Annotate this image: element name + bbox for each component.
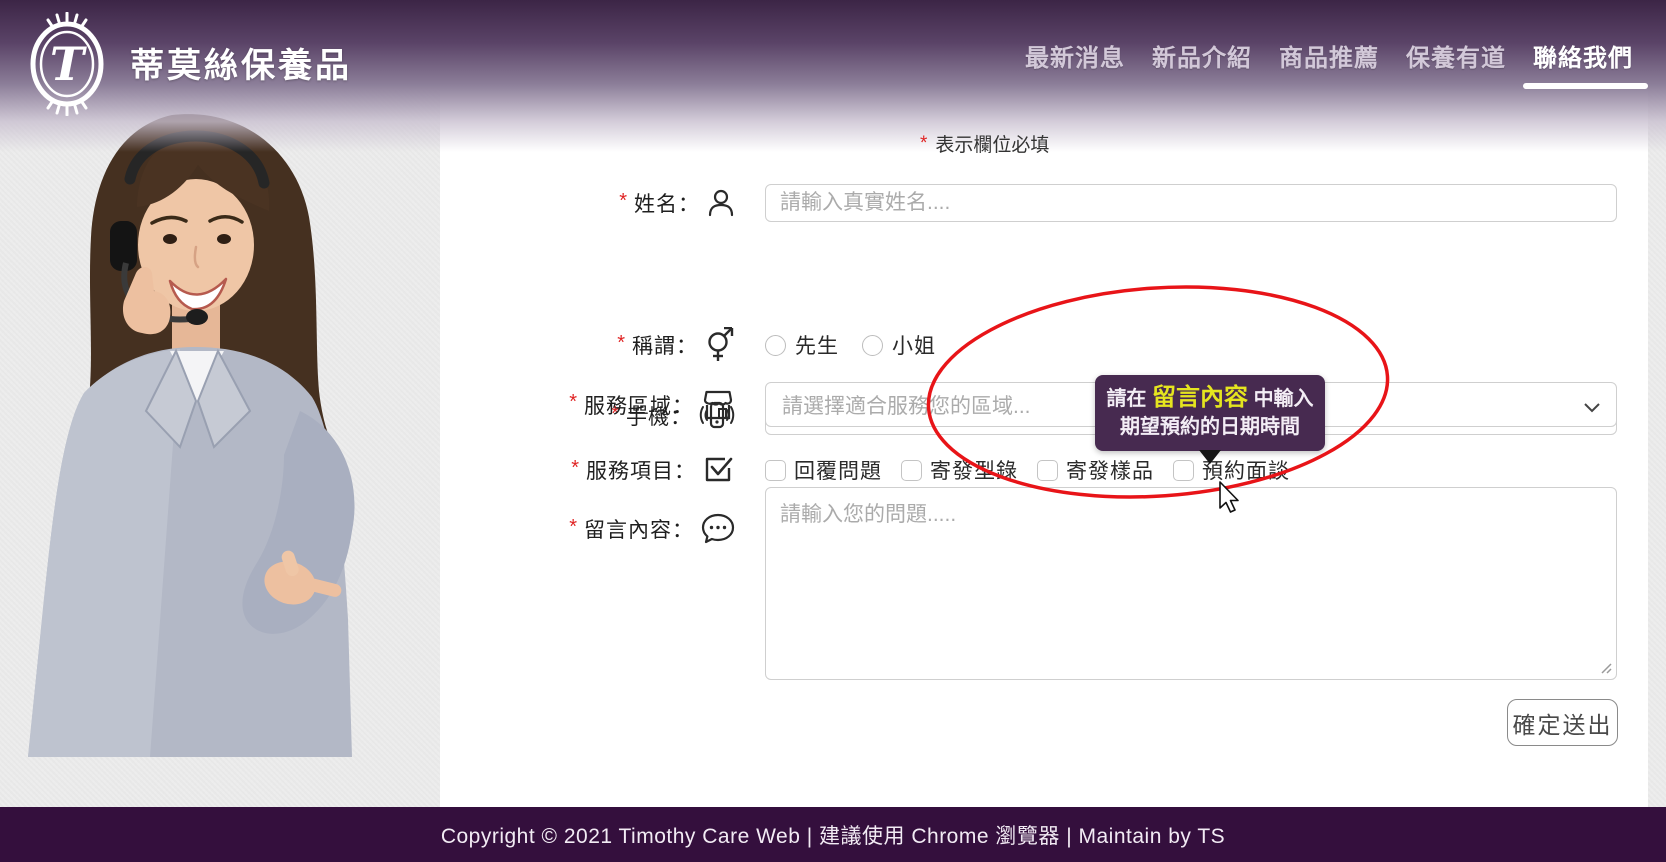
tooltip-highlight: 留言內容 (1152, 384, 1248, 411)
asterisk: * (569, 391, 577, 414)
person-icon (707, 188, 735, 218)
message-label: 留言內容： (584, 514, 694, 544)
salutation-label: 稱謂： (632, 330, 698, 360)
storefront-icon (701, 388, 735, 422)
service-checkbox-option[interactable]: 預約面談 (1173, 455, 1290, 485)
asterisk: * (571, 457, 579, 480)
name-label: 姓名： (634, 188, 700, 218)
service-checkbox-option[interactable]: 寄發型錄 (901, 455, 1018, 485)
resize-handle[interactable] (1600, 662, 1612, 674)
tooltip: 請在 留言內容 中輸入 期望預約的日期時間 (1095, 375, 1325, 451)
checkbox-square[interactable] (901, 460, 922, 481)
radio-label: 先生 (795, 330, 839, 360)
checkbox-square[interactable] (765, 460, 786, 481)
active-nav-underline (1523, 83, 1648, 89)
nav-item[interactable]: 商品推薦 (1279, 38, 1379, 73)
checkbox-label: 寄發型錄 (930, 455, 1018, 485)
brand-title: 蒂莫絲保養品 (130, 38, 352, 87)
asterisk: * (619, 190, 627, 213)
name-row: * 姓名： (440, 184, 1648, 222)
radio-circle[interactable] (862, 335, 883, 356)
brand-logo-icon[interactable]: T (26, 12, 108, 116)
message-textarea[interactable] (765, 487, 1617, 680)
speech-bubble-icon (701, 513, 735, 545)
service-checkbox-option[interactable]: 寄發樣品 (1037, 455, 1154, 485)
asterisk: * (569, 516, 577, 539)
checkbox-label: 寄發樣品 (1066, 455, 1154, 485)
nav-item[interactable]: 最新消息 (1025, 38, 1125, 73)
region-select-placeholder: 請選擇適合服務您的區域... (782, 390, 1031, 420)
checkbox-label: 回覆問題 (794, 455, 882, 485)
asterisk: * (617, 332, 625, 355)
chevron-down-icon (1584, 400, 1600, 418)
nav-item[interactable]: 保養有道 (1406, 38, 1506, 73)
message-row: * 留言內容： (440, 487, 1648, 680)
header: T 蒂莫絲保養品 最新消息新品介紹商品推薦保養有道聯絡我們 (0, 0, 1666, 152)
checkbox-square[interactable] (1173, 460, 1194, 481)
region-row: * 服務區域： 請選擇適合服務您的區域... (440, 382, 1648, 427)
submit-button[interactable]: 確定送出 (1507, 699, 1618, 746)
services-row: * 服務項目： 回覆問題 寄發型錄 寄發樣品預約面談 (440, 451, 1648, 489)
region-label: 服務區域： (584, 390, 694, 420)
contact-form: *表示欄位必填 * 姓名： * 稱謂： 先生小姐 * 手機： (440, 73, 1648, 807)
checkbox-icon (703, 454, 735, 486)
radio-label: 小姐 (892, 330, 936, 360)
tooltip-line2: 期望預約的日期時間 (1105, 414, 1315, 441)
salutation-row: * 稱謂： 先生 小姐 (440, 326, 1648, 364)
title-radio-group: 先生 小姐 (765, 330, 936, 360)
tooltip-line1: 請在 留言內容 中輸入 (1105, 383, 1315, 414)
nav: 最新消息新品介紹商品推薦保養有道聯絡我們 (1025, 38, 1633, 73)
services-label: 服務項目： (586, 455, 696, 485)
checkbox-square[interactable] (1037, 460, 1058, 481)
name-input[interactable] (765, 184, 1617, 222)
nav-item[interactable]: 聯絡我們 (1533, 38, 1633, 73)
logo-letter: T (50, 37, 88, 91)
customer-service-woman-photo (0, 95, 440, 757)
radio-circle[interactable] (765, 335, 786, 356)
gender-icon (705, 327, 735, 363)
salutation-radio-option[interactable]: 小姐 (862, 330, 936, 360)
footer-text: Copyright © 2021 Timothy Care Web | 建議使用… (441, 820, 1225, 850)
nav-item[interactable]: 新品介紹 (1152, 38, 1252, 73)
service-checkbox-option[interactable]: 回覆問題 (765, 455, 882, 485)
salutation-radio-option[interactable]: 先生 (765, 330, 839, 360)
footer: Copyright © 2021 Timothy Care Web | 建議使用… (0, 807, 1666, 862)
tooltip-arrow-icon (1199, 450, 1221, 464)
